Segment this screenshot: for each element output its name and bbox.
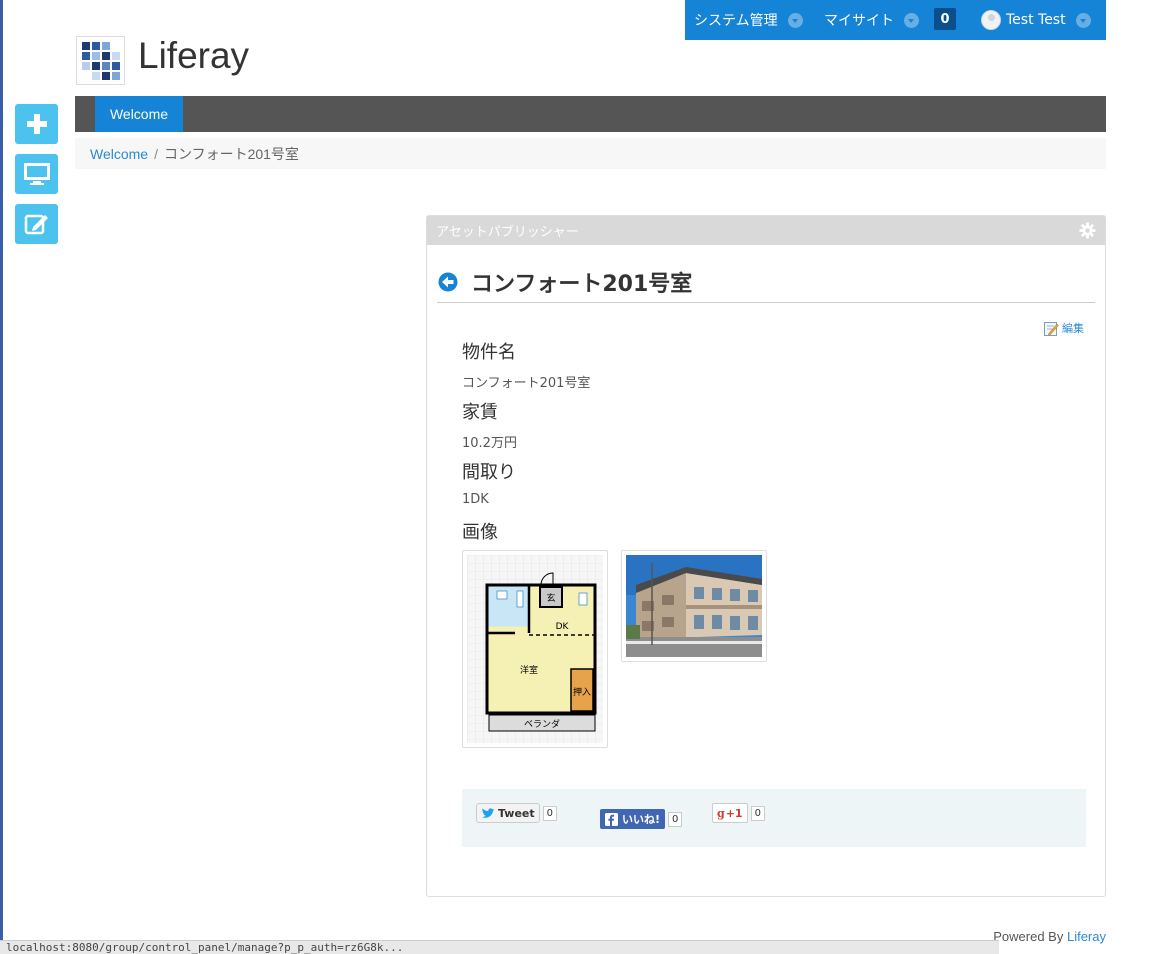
tweet-label: Tweet [498,806,535,820]
asset-title-row: コンフォート201号室 [437,266,1095,303]
tweet-button[interactable]: Tweet 0 [476,803,558,823]
plus-icon [26,114,47,134]
gear-icon[interactable] [1079,222,1096,239]
field-label-property-name: 物件名 [462,342,516,363]
gplus-count: 0 [750,805,765,821]
facebook-icon [605,812,618,826]
floorplan-veranda-label: ベランダ [524,718,560,730]
chevron-down-icon [787,12,803,28]
asset-publisher-portlet: アセットパブリッシャー コンフォート201号室 編集 物件名 コンフォート201… [426,215,1106,897]
field-label-rent: 家賃 [462,402,498,423]
google-plus-face: g +1 [712,803,748,823]
facebook-like-face: いいね! [600,809,666,829]
powered-by-link[interactable]: Liferay [1067,929,1106,944]
user-menu[interactable]: Test Test [981,0,1091,40]
floorplan-closet-label: 押入 [573,686,591,698]
my-sites-label: マイサイト [824,13,894,29]
portlet-title: アセットパブリッシャー [436,225,579,240]
back-arrow-icon[interactable] [438,272,458,292]
twitter-bird-icon [482,807,495,818]
field-label-images: 画像 [462,522,498,543]
edit-controls-button[interactable] [15,204,58,244]
breadcrumb: Welcome / コンフォート201号室 [75,138,1106,169]
tweet-count: 0 [542,805,558,821]
asset-title: コンフォート201号室 [471,272,693,297]
edit-pencil-icon [1044,321,1059,336]
edit-link[interactable]: 編集 [1044,320,1084,336]
building-photo[interactable] [621,550,767,662]
social-share-bar: Tweet 0 いいね! 0 g +1 0 [462,789,1086,847]
my-sites-menu[interactable]: マイサイト [824,0,919,40]
avatar [981,10,1001,30]
edit-icon [24,214,48,235]
like-count: 0 [668,811,683,827]
field-label-layout: 間取り [462,462,516,483]
building-photo-image [626,555,762,657]
logo-icon [82,42,120,80]
monitor-icon [23,163,50,185]
floorplan-dk-label: DK [556,622,570,632]
portlet-header: アセットパブリッシャー [427,216,1105,245]
floorplan-entrance-label: 玄 [546,592,555,604]
window-edge [0,0,3,954]
facebook-like-button[interactable]: いいね! 0 [600,809,683,829]
chevron-down-icon [1075,12,1091,28]
system-admin-menu[interactable]: システム管理 [694,0,803,40]
gplus-label: +1 [725,806,743,820]
add-button[interactable] [15,104,58,144]
notification-count-badge[interactable]: 0 [934,8,956,30]
browser-status-bar: localhost:8080/group/control_panel/manag… [0,940,999,954]
edit-label: 編集 [1062,322,1084,335]
powered-by-text: Powered By [993,929,1064,944]
like-label: いいね! [622,813,661,826]
powered-by: Powered By Liferay [993,929,1106,944]
dockbar: システム管理 マイサイト 0 Test Test [685,0,1106,40]
field-value-property-name: コンフォート201号室 [462,376,591,391]
breadcrumb-separator: / [154,145,158,162]
field-value-rent: 10.2万円 [462,436,517,451]
system-admin-label: システム管理 [694,13,778,29]
google-plus-icon: g [717,806,725,820]
user-name: Test Test [1006,12,1066,28]
tweet-button-face: Tweet [476,803,540,823]
floorplan-image[interactable]: 玄 DK 洋室 押入 ベランダ [462,550,608,748]
floorplan-drawing: 玄 DK 洋室 押入 ベランダ [467,555,603,743]
main-navigation: Welcome [75,96,1106,132]
breadcrumb-current: コンフォート201号室 [163,145,299,162]
preview-button[interactable] [15,154,58,194]
nav-tab-welcome[interactable]: Welcome [95,96,183,132]
field-value-layout: 1DK [462,492,489,507]
breadcrumb-home-link[interactable]: Welcome [90,146,148,162]
chevron-down-icon [904,12,919,28]
google-plus-button[interactable]: g +1 0 [712,803,765,823]
site-logo[interactable] [76,36,125,85]
site-name[interactable]: Liferay [138,35,249,77]
floorplan-western-room-label: 洋室 [520,664,538,676]
